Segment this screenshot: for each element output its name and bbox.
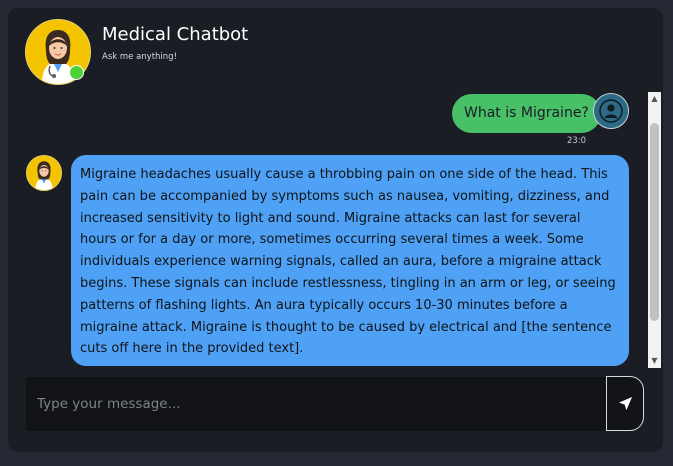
- chat-header: Medical Chatbot Ask me anything!: [8, 8, 663, 92]
- chat-title: Medical Chatbot: [102, 24, 249, 45]
- message-timestamp: 23:0: [567, 136, 587, 146]
- chat-subtitle: Ask me anything!: [102, 52, 177, 62]
- doctor-avatar-icon: [26, 155, 62, 191]
- message-scrollbar[interactable]: ▲ ▼: [648, 92, 661, 368]
- message-composer: [26, 377, 606, 431]
- scroll-down-arrow-icon[interactable]: ▼: [648, 354, 661, 368]
- scroll-up-arrow-icon[interactable]: ▲: [648, 92, 661, 106]
- send-icon: [618, 396, 633, 411]
- send-button[interactable]: [606, 376, 644, 431]
- bot-message-bubble: Migraine headaches usually cause a throb…: [71, 155, 629, 366]
- scrollbar-thumb[interactable]: [650, 123, 659, 321]
- message-input[interactable]: [26, 377, 606, 431]
- message-list: What is Migraine? 23:0 Migraine headache…: [8, 92, 663, 374]
- chat-window: Medical Chatbot Ask me anything! What is…: [8, 8, 663, 452]
- user-message-bubble: What is Migraine?: [452, 94, 601, 133]
- online-status-indicator: [69, 65, 84, 80]
- user-avatar-icon: [593, 93, 629, 129]
